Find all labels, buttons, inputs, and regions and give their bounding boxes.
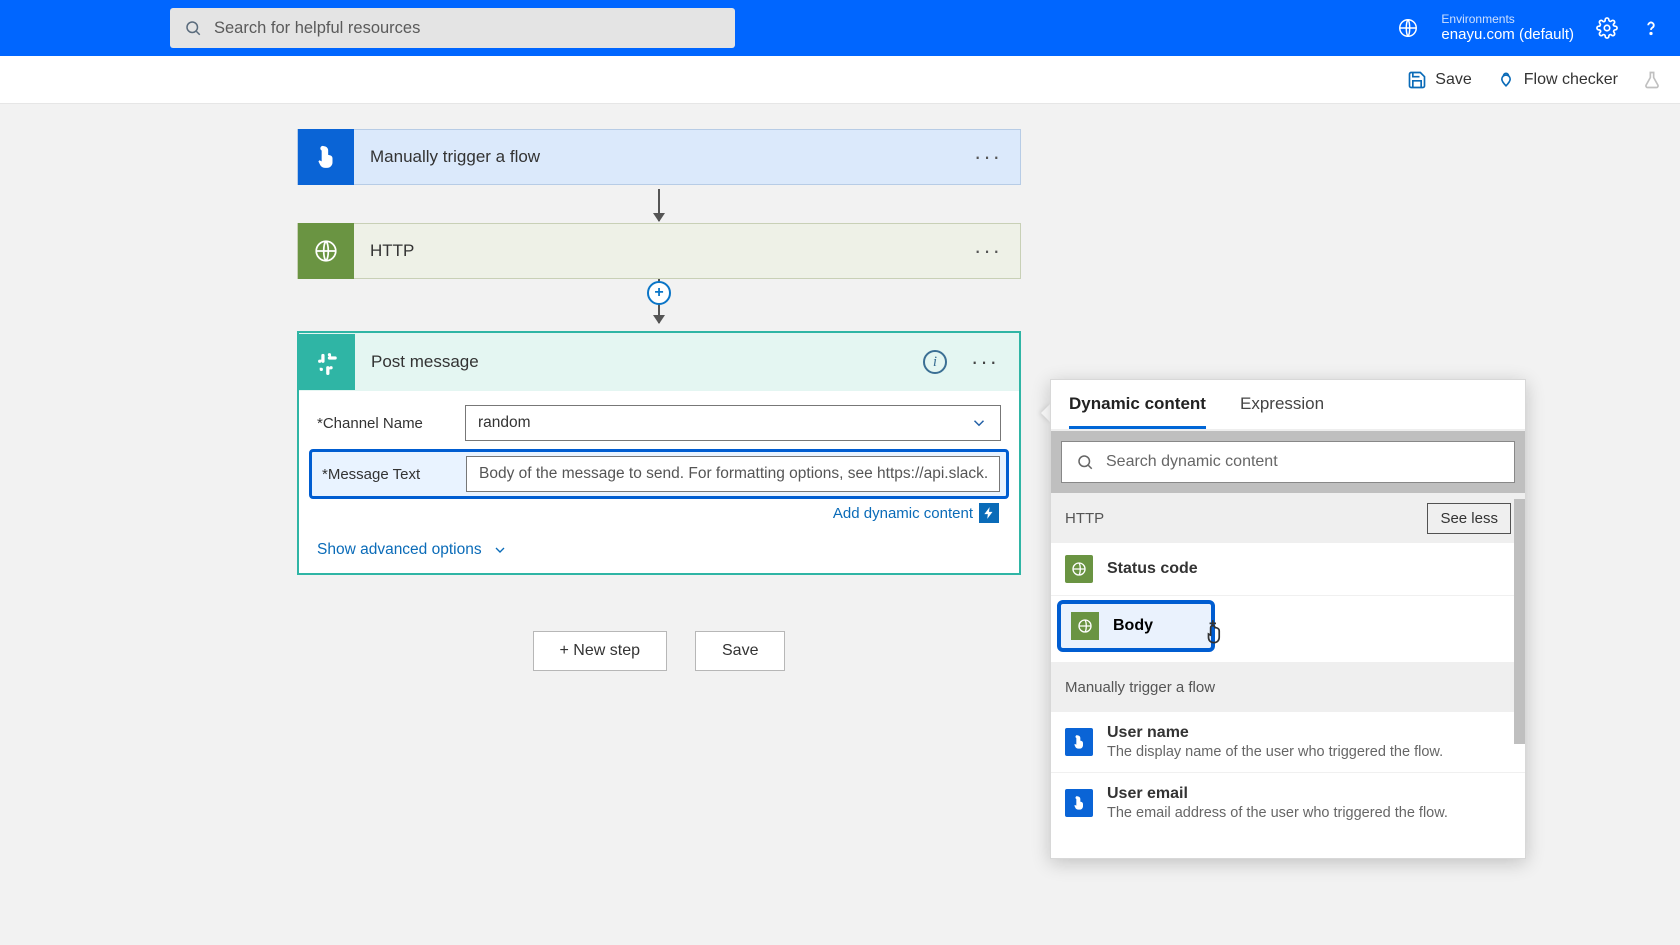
top-right: Environments enayu.com (default)	[1397, 12, 1662, 44]
save-flow-button[interactable]: Save	[695, 631, 785, 671]
lightning-icon	[982, 506, 996, 520]
toolbar-save-label: Save	[1435, 71, 1471, 89]
group-http-label: HTTP	[1065, 510, 1104, 527]
flow-checker-icon	[1496, 70, 1516, 90]
bottom-buttons: + New step Save	[297, 631, 1021, 671]
message-label: *Message Text	[322, 466, 466, 483]
touch-icon	[1065, 728, 1093, 756]
post-title: Post message	[371, 352, 479, 372]
step-post-menu[interactable]: ···	[971, 349, 999, 375]
group-http: HTTP See less	[1051, 493, 1525, 543]
panel-search[interactable]	[1061, 441, 1515, 483]
environment-picker[interactable]: Environments enayu.com (default)	[1441, 12, 1574, 44]
item-user-name-desc: The display name of the user who trigger…	[1107, 744, 1443, 760]
add-dynamic-flag-icon[interactable]	[979, 503, 999, 523]
add-dynamic-link[interactable]: Add dynamic content	[833, 505, 973, 522]
new-step-button[interactable]: + New step	[533, 631, 667, 671]
message-row: *Message Text	[309, 449, 1009, 499]
flow-checker-button[interactable]: Flow checker	[1496, 70, 1618, 90]
touch-icon	[1065, 789, 1093, 817]
globe-icon	[313, 238, 339, 264]
item-user-name-label: User name	[1107, 724, 1443, 742]
step-http-title: HTTP	[370, 241, 414, 261]
http-tile	[298, 223, 354, 279]
group-trigger-label: Manually trigger a flow	[1065, 679, 1215, 696]
toolbar: Save Flow checker	[0, 56, 1680, 104]
tab-dynamic-content[interactable]: Dynamic content	[1069, 380, 1206, 429]
flow-column: Manually trigger a flow ··· HTTP ··· + P…	[297, 129, 1021, 671]
environment-icon	[1397, 17, 1419, 39]
item-user-email-label: User email	[1107, 785, 1448, 803]
channel-row: *Channel Name random	[317, 405, 1001, 441]
step-post-message: Post message i ··· *Channel Name random	[297, 331, 1021, 575]
item-body[interactable]: Body	[1057, 600, 1215, 652]
group-trigger: Manually trigger a flow	[1051, 662, 1525, 712]
save-button[interactable]: Save	[1407, 70, 1471, 90]
show-advanced-label: Show advanced options	[317, 541, 482, 559]
trigger-tile	[298, 129, 354, 185]
panel-scroll[interactable]: HTTP See less Status code Body Manually …	[1051, 493, 1525, 858]
touch-icon	[313, 144, 339, 170]
channel-label: *Channel Name	[317, 415, 465, 432]
post-header[interactable]: Post message i ···	[299, 333, 1019, 391]
see-less-button[interactable]: See less	[1427, 503, 1511, 534]
panel-search-wrap	[1051, 431, 1525, 493]
chevron-down-icon	[492, 542, 508, 558]
panel-search-input[interactable]	[1106, 453, 1500, 471]
channel-select[interactable]: random	[465, 405, 1001, 441]
slack-tile	[299, 334, 355, 390]
globe-icon	[1065, 555, 1093, 583]
slack-icon	[314, 349, 340, 375]
info-icon[interactable]: i	[923, 350, 947, 374]
insert-step-button[interactable]: +	[647, 281, 671, 305]
toolbar-flow-checker-label: Flow checker	[1524, 71, 1618, 89]
tab-expression[interactable]: Expression	[1240, 380, 1324, 429]
save-icon	[1407, 70, 1427, 90]
arrow-2: +	[297, 279, 1021, 331]
message-input-wrap[interactable]	[466, 456, 1000, 492]
step-trigger[interactable]: Manually trigger a flow ···	[297, 129, 1021, 185]
environment-name: enayu.com (default)	[1441, 26, 1574, 44]
chevron-down-icon	[970, 414, 988, 432]
environment-label: Environments	[1441, 12, 1574, 26]
panel-tabs: Dynamic content Expression	[1051, 380, 1525, 431]
add-dynamic-row: Add dynamic content	[317, 503, 1001, 523]
search-box[interactable]	[170, 8, 735, 48]
item-user-email-desc: The email address of the user who trigge…	[1107, 805, 1448, 821]
show-advanced-link[interactable]: Show advanced options	[317, 541, 1001, 559]
cursor-icon	[1203, 618, 1229, 648]
globe-icon	[1071, 612, 1099, 640]
message-input[interactable]	[479, 465, 987, 483]
item-status-code[interactable]: Status code	[1051, 543, 1525, 596]
channel-value: random	[478, 414, 531, 432]
arrow-1	[297, 185, 1021, 223]
dynamic-content-panel: Dynamic content Expression HTTP See less…	[1050, 379, 1526, 859]
item-status-code-label: Status code	[1107, 560, 1198, 578]
item-user-email[interactable]: User email The email address of the user…	[1051, 773, 1525, 833]
search-input[interactable]	[214, 19, 721, 38]
scrollbar-thumb[interactable]	[1514, 499, 1525, 744]
test-icon[interactable]	[1642, 70, 1662, 90]
post-body: *Channel Name random *Message Text	[299, 391, 1019, 573]
step-http[interactable]: HTTP ···	[297, 223, 1021, 279]
search-icon	[1076, 453, 1094, 471]
search-icon	[184, 19, 202, 37]
step-trigger-menu[interactable]: ···	[974, 144, 1002, 170]
top-bar: Environments enayu.com (default)	[0, 0, 1680, 56]
settings-icon[interactable]	[1596, 17, 1618, 39]
step-trigger-title: Manually trigger a flow	[370, 147, 540, 167]
step-http-menu[interactable]: ···	[974, 238, 1002, 264]
help-icon[interactable]	[1640, 17, 1662, 39]
item-user-name[interactable]: User name The display name of the user w…	[1051, 712, 1525, 773]
item-body-label: Body	[1113, 617, 1153, 635]
